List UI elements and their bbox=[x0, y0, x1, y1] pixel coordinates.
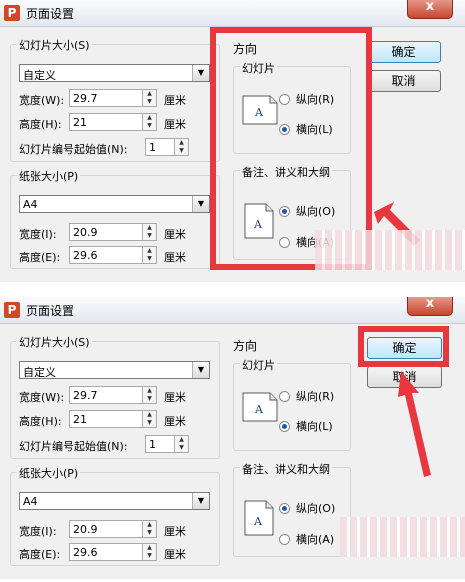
slide-size-value: 自定义 bbox=[23, 69, 56, 82]
width-label: 宽度(W): bbox=[19, 391, 65, 404]
width-unit: 厘米 bbox=[164, 391, 186, 404]
height-unit: 厘米 bbox=[164, 118, 186, 131]
slide-height-value: 21 bbox=[73, 116, 87, 129]
start-number-input[interactable]: 1 ▲ ▼ bbox=[145, 435, 189, 453]
chevron-down-icon: ▼ bbox=[192, 65, 209, 81]
slide-size-group: 幻灯片大小(S) 自定义 ▼ 宽度(W): 29.7 ▲ ▼ 厘米 高度(H): … bbox=[10, 37, 220, 162]
slide-height-value: 21 bbox=[73, 413, 87, 426]
dialog-title: 页面设置 bbox=[26, 304, 75, 318]
width-unit: 厘米 bbox=[164, 94, 186, 107]
slide-size-group: 幻灯片大小(S) 自定义 ▼ 宽度(W): 29.7 ▲ ▼ 厘米 高度(H): … bbox=[10, 334, 220, 459]
paper-height-value: 29.6 bbox=[73, 249, 98, 262]
paper-size-group: 纸张大小(P) A4 ▼ 宽度(I): 20.9 ▲ ▼ 厘米 高度(E): 29… bbox=[10, 168, 220, 269]
paper-size-value: A4 bbox=[23, 198, 38, 211]
page-setup-dialog: P 页面设置 x 幻灯片大小(S) 自定义 ▼ 宽度(W): 29.7 ▲ ▼ 厘… bbox=[0, 297, 465, 579]
svg-text:A: A bbox=[254, 403, 264, 416]
portrait-slide-icon: A bbox=[244, 500, 274, 536]
paper-height-value: 29.6 bbox=[73, 546, 98, 559]
title-bar: P 页面设置 x bbox=[0, 0, 465, 27]
notes-landscape-radio[interactable]: 横向(A) bbox=[279, 531, 334, 547]
close-button[interactable]: x bbox=[407, 0, 453, 19]
slide-size-select[interactable]: 自定义 ▼ bbox=[19, 361, 210, 379]
slides-landscape-radio[interactable]: 横向(L) bbox=[279, 418, 333, 434]
page-setup-dialog: P 页面设置 x 幻灯片大小(S) 自定义 ▼ 宽度(W): 29.7 ▲ ▼ 厘… bbox=[0, 0, 465, 282]
dialog-title: 页面设置 bbox=[26, 7, 75, 21]
slides-orientation-group: 幻灯片 A 纵向(R) 横向(L) bbox=[233, 357, 351, 451]
spinner-icon[interactable]: ▲ ▼ bbox=[142, 387, 156, 403]
paper-width-input[interactable]: 20.9 ▲ ▼ bbox=[69, 520, 157, 538]
paper-width-label: 宽度(I): bbox=[19, 525, 57, 538]
chevron-down-icon: ▼ bbox=[192, 362, 209, 378]
slide-width-input[interactable]: 29.7 ▲ ▼ bbox=[69, 89, 157, 107]
paper-height-label: 高度(E): bbox=[19, 251, 61, 264]
spinner-icon[interactable]: ▲ ▼ bbox=[142, 224, 156, 240]
spinner-icon[interactable]: ▲ ▼ bbox=[174, 436, 188, 452]
height-label: 高度(H): bbox=[19, 415, 62, 428]
watermark-blur bbox=[340, 517, 465, 557]
spinner-icon[interactable]: ▲ ▼ bbox=[142, 411, 156, 427]
spinner-icon[interactable]: ▲ ▼ bbox=[142, 90, 156, 106]
app-icon: P bbox=[4, 302, 20, 318]
spinner-icon[interactable]: ▲ ▼ bbox=[142, 247, 156, 263]
paper-height-unit: 厘米 bbox=[164, 548, 186, 561]
paper-width-unit: 厘米 bbox=[164, 228, 186, 241]
paper-width-label: 宽度(I): bbox=[19, 228, 57, 241]
spinner-icon[interactable]: ▲ ▼ bbox=[142, 544, 156, 560]
notes-orientation-group: 备注、讲义和大纲 A 纵向(O) 横向(A) bbox=[233, 461, 351, 557]
paper-size-value: A4 bbox=[23, 495, 38, 508]
height-unit: 厘米 bbox=[164, 415, 186, 428]
paper-width-value: 20.9 bbox=[73, 523, 98, 536]
chevron-down-icon: ▼ bbox=[192, 493, 209, 509]
paper-height-input[interactable]: 29.6 ▲ ▼ bbox=[69, 543, 157, 561]
svg-text:A: A bbox=[253, 515, 263, 528]
start-number-value: 1 bbox=[149, 141, 156, 154]
slide-size-value: 自定义 bbox=[23, 366, 56, 379]
slides-portrait-radio[interactable]: 纵向(R) bbox=[279, 388, 334, 404]
spinner-icon[interactable]: ▲ ▼ bbox=[174, 139, 188, 155]
slide-width-value: 29.7 bbox=[73, 389, 98, 402]
landscape-slide-icon: A bbox=[242, 392, 278, 422]
slide-width-input[interactable]: 29.7 ▲ ▼ bbox=[69, 386, 157, 404]
notes-orientation-title: 备注、讲义和大纲 bbox=[240, 461, 332, 477]
start-number-label: 幻灯片编号起始值(N): bbox=[19, 143, 128, 156]
slide-size-title: 幻灯片大小(S) bbox=[17, 37, 92, 53]
paper-width-value: 20.9 bbox=[73, 226, 98, 239]
app-icon: P bbox=[4, 5, 20, 21]
close-button[interactable]: x bbox=[407, 297, 453, 316]
width-label: 宽度(W): bbox=[19, 94, 65, 107]
paper-height-unit: 厘米 bbox=[164, 251, 186, 264]
paper-height-input[interactable]: 29.6 ▲ ▼ bbox=[69, 246, 157, 264]
start-number-input[interactable]: 1 ▲ ▼ bbox=[145, 138, 189, 156]
height-label: 高度(H): bbox=[19, 118, 62, 131]
paper-width-input[interactable]: 20.9 ▲ ▼ bbox=[69, 223, 157, 241]
orientation-title: 方向 bbox=[233, 339, 258, 353]
spinner-icon[interactable]: ▲ ▼ bbox=[142, 114, 156, 130]
cancel-button[interactable]: 取消 bbox=[366, 70, 441, 92]
ok-button[interactable]: 确定 bbox=[366, 41, 441, 63]
notes-portrait-radio[interactable]: 纵向(O) bbox=[279, 500, 335, 516]
arrow-icon bbox=[398, 371, 431, 477]
paper-size-title: 纸张大小(P) bbox=[17, 465, 81, 481]
start-number-value: 1 bbox=[149, 438, 156, 451]
paper-width-unit: 厘米 bbox=[164, 525, 186, 538]
slides-orientation-title: 幻灯片 bbox=[240, 357, 277, 373]
title-bar: P 页面设置 x bbox=[0, 297, 465, 324]
slide-height-input[interactable]: 21 ▲ ▼ bbox=[69, 410, 157, 428]
slide-width-value: 29.7 bbox=[73, 92, 98, 105]
spinner-icon[interactable]: ▲ ▼ bbox=[142, 521, 156, 537]
start-number-label: 幻灯片编号起始值(N): bbox=[19, 440, 128, 453]
ok-highlight-box bbox=[358, 326, 449, 367]
paper-size-select[interactable]: A4 ▼ bbox=[19, 195, 210, 213]
chevron-down-icon: ▼ bbox=[192, 196, 209, 212]
slide-height-input[interactable]: 21 ▲ ▼ bbox=[69, 113, 157, 131]
paper-size-select[interactable]: A4 ▼ bbox=[19, 492, 210, 510]
slide-size-title: 幻灯片大小(S) bbox=[17, 334, 92, 350]
slide-size-select[interactable]: 自定义 ▼ bbox=[19, 64, 210, 82]
watermark-blur bbox=[315, 230, 465, 270]
paper-size-title: 纸张大小(P) bbox=[17, 168, 81, 184]
paper-size-group: 纸张大小(P) A4 ▼ 宽度(I): 20.9 ▲ ▼ 厘米 高度(E): 29… bbox=[10, 465, 220, 566]
paper-height-label: 高度(E): bbox=[19, 548, 61, 561]
